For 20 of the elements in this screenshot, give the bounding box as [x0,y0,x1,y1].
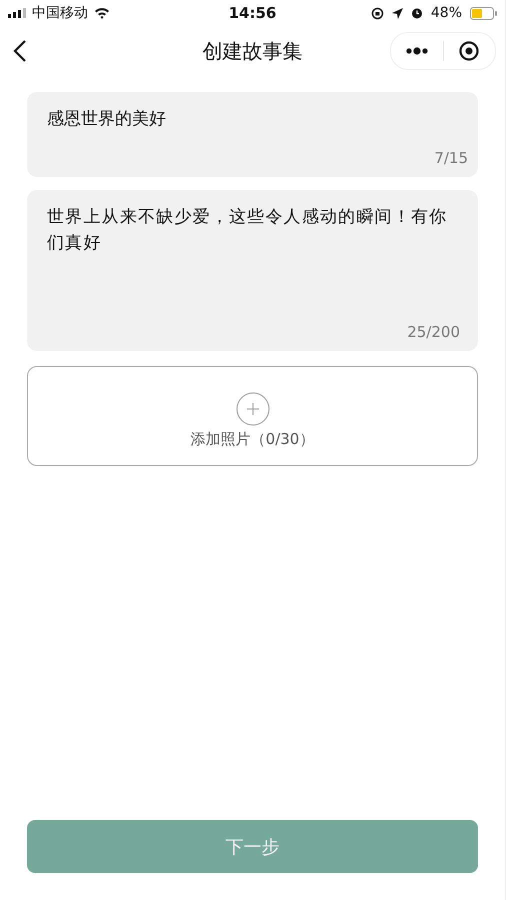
battery-percent: 48% [430,5,462,21]
alarm-icon [410,7,423,19]
carrier-name: 中国移动 [32,4,88,22]
signal-icon [8,8,26,18]
character-counter: 7/15 [434,149,468,167]
more-icon [406,47,428,55]
add-photo-button[interactable]: 添加照片（0/30） [27,366,478,466]
character-counter: 25/200 [407,323,460,341]
location-icon [392,8,403,18]
title-field[interactable]: 感恩世界的美好 7/15 [27,92,478,177]
plus-icon [236,392,270,426]
wifi-icon [94,7,110,19]
story-field[interactable]: 世界上从来不缺少爱，这些令人感动的瞬间！有你们真好 25/200 [27,190,478,351]
page-title: 创建故事集 [202,38,302,64]
back-icon [13,39,27,63]
back-button[interactable] [13,39,27,63]
battery-icon [470,6,497,20]
rotation-lock-icon [370,6,384,20]
target-icon [459,41,480,61]
status-time: 14:56 [228,4,276,22]
